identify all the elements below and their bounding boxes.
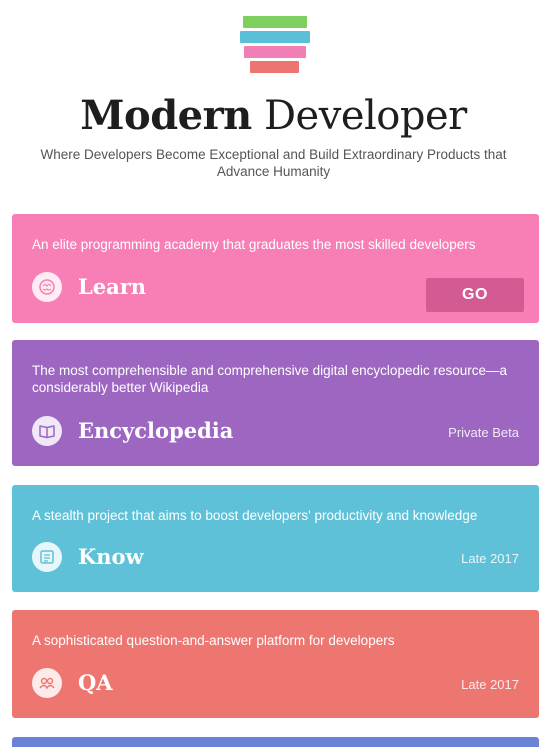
card-qa-name: QA <box>78 670 113 695</box>
card-qa-description: A sophisticated question-and-answer plat… <box>32 633 395 648</box>
card-learn-name: Learn <box>78 274 147 299</box>
people-icon <box>32 668 62 698</box>
card-know[interactable]: A stealth project that aims to boost dev… <box>12 485 539 592</box>
document-icon <box>32 542 62 572</box>
card-qa-status: Late 2017 <box>461 677 519 692</box>
logo-bar-red <box>250 61 299 73</box>
card-know-status: Late 2017 <box>461 551 519 566</box>
card-encyclopedia[interactable]: The most comprehensible and comprehensiv… <box>12 340 539 466</box>
site-title-bold: Modern <box>80 92 252 139</box>
go-button[interactable]: GO <box>426 278 524 312</box>
card-learn[interactable]: An elite programming academy that gradua… <box>12 214 539 323</box>
site-title-light: Developer <box>251 93 467 139</box>
card-encyclopedia-description: The most comprehensible and comprehensiv… <box>32 363 507 395</box>
book-icon <box>32 416 62 446</box>
page: Modern Developer Where Developers Become… <box>0 0 547 747</box>
brain-icon <box>32 272 62 302</box>
logo-bar-green <box>243 16 307 28</box>
card-qa[interactable]: A sophisticated question-and-answer plat… <box>12 610 539 718</box>
card-encyclopedia-status: Private Beta <box>448 425 519 440</box>
card-next-partial[interactable] <box>12 737 539 747</box>
logo-bar-pink <box>244 46 306 58</box>
card-encyclopedia-name: Encyclopedia <box>78 418 234 443</box>
card-know-description: A stealth project that aims to boost dev… <box>32 508 478 523</box>
logo <box>0 0 547 80</box>
site-title: Modern Developer <box>0 92 547 139</box>
card-learn-description: An elite programming academy that gradua… <box>32 237 476 252</box>
card-know-name: Know <box>78 544 144 569</box>
logo-bar-blue <box>240 31 310 43</box>
tagline: Where Developers Become Exceptional and … <box>40 147 507 179</box>
